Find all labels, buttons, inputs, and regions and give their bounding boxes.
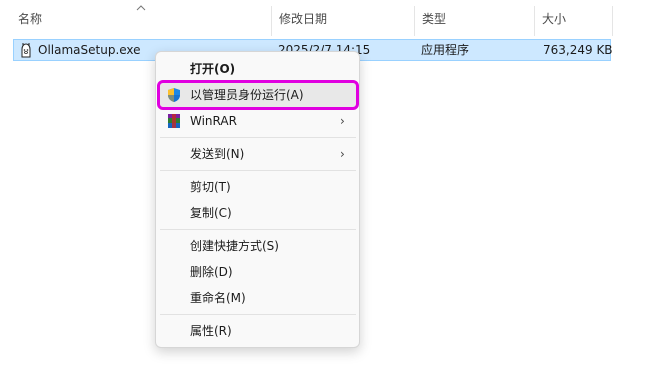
menu-item-label: 以管理员身份运行(A) — [190, 88, 304, 102]
column-divider[interactable] — [534, 6, 535, 36]
menu-item-label: 属性(R) — [190, 324, 232, 338]
menu-item-rename[interactable]: 重命名(M) — [160, 286, 356, 310]
chevron-right-icon: › — [340, 147, 345, 161]
column-divider[interactable] — [271, 6, 272, 36]
menu-item-label: 打开(O) — [190, 62, 236, 76]
column-name[interactable]: 名称 — [18, 0, 42, 38]
menu-item-cut[interactable]: 剪切(T) — [160, 175, 356, 199]
menu-item-label: 重命名(M) — [190, 291, 246, 305]
uac-shield-icon — [168, 88, 180, 102]
menu-separator — [160, 314, 356, 315]
menu-item-label: 发送到(N) — [190, 147, 245, 161]
column-type[interactable]: 类型 — [422, 0, 446, 38]
context-menu: 打开(O) 以管理员身份运行(A) WinRAR › 发送到(N) › 剪切(T… — [155, 51, 360, 348]
menu-separator — [160, 137, 356, 138]
menu-item-open[interactable]: 打开(O) — [160, 57, 356, 81]
menu-separator — [160, 170, 356, 171]
file-size: 763,249 KB — [543, 43, 613, 57]
column-divider[interactable] — [414, 6, 415, 36]
chevron-right-icon: › — [340, 114, 345, 128]
ollama-app-icon — [21, 43, 31, 58]
menu-item-label: 创建快捷方式(S) — [190, 239, 279, 253]
menu-separator — [160, 229, 356, 230]
winrar-icon — [168, 114, 180, 128]
menu-item-label: 剪切(T) — [190, 180, 231, 194]
menu-item-delete[interactable]: 删除(D) — [160, 260, 356, 284]
column-size[interactable]: 大小 — [542, 0, 566, 38]
menu-item-run-as-admin[interactable]: 以管理员身份运行(A) — [157, 80, 359, 110]
menu-item-label: WinRAR — [190, 114, 237, 128]
column-divider[interactable] — [612, 6, 613, 36]
menu-item-copy[interactable]: 复制(C) — [160, 201, 356, 225]
menu-item-properties[interactable]: 属性(R) — [160, 319, 356, 343]
menu-item-winrar[interactable]: WinRAR › — [160, 109, 356, 133]
sort-ascending-icon — [136, 5, 146, 11]
menu-item-send-to[interactable]: 发送到(N) › — [160, 142, 356, 166]
file-name: OllamaSetup.exe — [38, 43, 141, 57]
menu-item-label: 删除(D) — [190, 265, 233, 279]
menu-item-label: 复制(C) — [190, 206, 232, 220]
column-header: 名称 修改日期 类型 大小 — [0, 0, 656, 38]
menu-item-create-shortcut[interactable]: 创建快捷方式(S) — [160, 234, 356, 258]
file-type: 应用程序 — [421, 43, 470, 57]
column-date[interactable]: 修改日期 — [279, 0, 327, 38]
